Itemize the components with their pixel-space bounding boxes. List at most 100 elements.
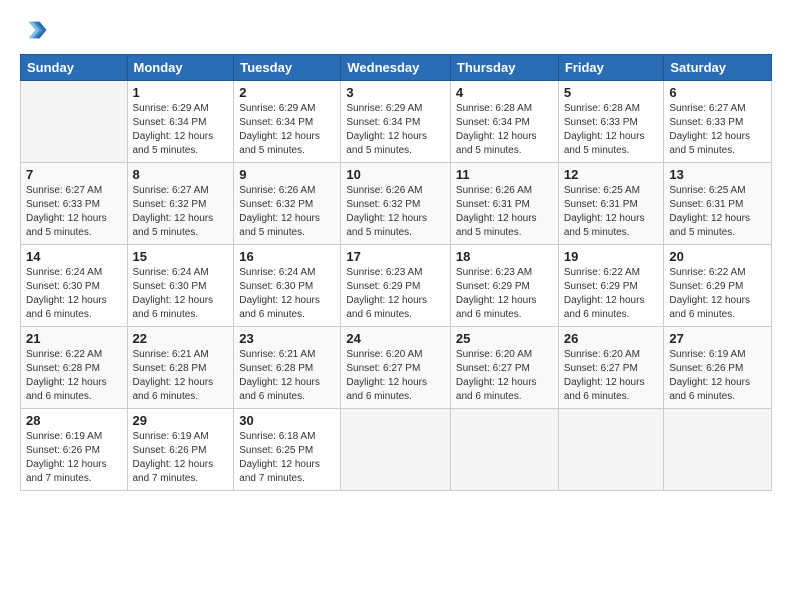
day-number: 10 — [346, 167, 445, 182]
logo — [20, 16, 52, 44]
day-number: 16 — [239, 249, 335, 264]
calendar-cell: 21 Sunrise: 6:22 AM Sunset: 6:28 PM Dayli… — [21, 327, 128, 409]
col-saturday: Saturday — [664, 55, 772, 81]
calendar-body: 1 Sunrise: 6:29 AM Sunset: 6:34 PM Daylig… — [21, 81, 772, 491]
calendar-cell: 3 Sunrise: 6:29 AM Sunset: 6:34 PM Daylig… — [341, 81, 451, 163]
day-number: 15 — [133, 249, 229, 264]
col-tuesday: Tuesday — [234, 55, 341, 81]
logo-icon — [20, 16, 48, 44]
calendar-table: Sunday Monday Tuesday Wednesday Thursday… — [20, 54, 772, 491]
day-info: Sunrise: 6:20 AM Sunset: 6:27 PM Dayligh… — [564, 348, 659, 404]
day-info: Sunrise: 6:27 AM Sunset: 6:33 PM Dayligh… — [26, 184, 122, 240]
day-info: Sunrise: 6:25 AM Sunset: 6:31 PM Dayligh… — [669, 184, 766, 240]
day-info: Sunrise: 6:29 AM Sunset: 6:34 PM Dayligh… — [239, 102, 335, 158]
day-number: 21 — [26, 331, 122, 346]
col-wednesday: Wednesday — [341, 55, 451, 81]
day-number: 19 — [564, 249, 659, 264]
day-number: 1 — [133, 85, 229, 100]
day-info: Sunrise: 6:26 AM Sunset: 6:32 PM Dayligh… — [239, 184, 335, 240]
calendar-cell: 14 Sunrise: 6:24 AM Sunset: 6:30 PM Dayli… — [21, 245, 128, 327]
day-info: Sunrise: 6:28 AM Sunset: 6:33 PM Dayligh… — [564, 102, 659, 158]
calendar-cell: 1 Sunrise: 6:29 AM Sunset: 6:34 PM Daylig… — [127, 81, 234, 163]
calendar-cell: 28 Sunrise: 6:19 AM Sunset: 6:26 PM Dayli… — [21, 409, 128, 491]
col-monday: Monday — [127, 55, 234, 81]
day-info: Sunrise: 6:22 AM Sunset: 6:29 PM Dayligh… — [669, 266, 766, 322]
day-number: 4 — [456, 85, 553, 100]
day-info: Sunrise: 6:18 AM Sunset: 6:25 PM Dayligh… — [239, 430, 335, 486]
day-number: 11 — [456, 167, 553, 182]
day-info: Sunrise: 6:26 AM Sunset: 6:31 PM Dayligh… — [456, 184, 553, 240]
calendar-cell: 16 Sunrise: 6:24 AM Sunset: 6:30 PM Dayli… — [234, 245, 341, 327]
calendar-cell: 20 Sunrise: 6:22 AM Sunset: 6:29 PM Dayli… — [664, 245, 772, 327]
day-number: 6 — [669, 85, 766, 100]
calendar-cell: 18Sunrise: 6:23 AM Sunset: 6:29 PM Dayli… — [450, 245, 558, 327]
day-number: 24 — [346, 331, 445, 346]
day-number: 29 — [133, 413, 229, 428]
day-info: Sunrise: 6:29 AM Sunset: 6:34 PM Dayligh… — [133, 102, 229, 158]
day-info: Sunrise: 6:24 AM Sunset: 6:30 PM Dayligh… — [239, 266, 335, 322]
calendar-cell: 13Sunrise: 6:25 AM Sunset: 6:31 PM Dayli… — [664, 163, 772, 245]
calendar-cell — [450, 409, 558, 491]
day-info: Sunrise: 6:24 AM Sunset: 6:30 PM Dayligh… — [26, 266, 122, 322]
calendar-cell: 2Sunrise: 6:29 AM Sunset: 6:34 PM Daylig… — [234, 81, 341, 163]
day-number: 17 — [346, 249, 445, 264]
day-number: 5 — [564, 85, 659, 100]
day-number: 25 — [456, 331, 553, 346]
col-sunday: Sunday — [21, 55, 128, 81]
day-info: Sunrise: 6:22 AM Sunset: 6:29 PM Dayligh… — [564, 266, 659, 322]
calendar-cell — [558, 409, 664, 491]
day-info: Sunrise: 6:29 AM Sunset: 6:34 PM Dayligh… — [346, 102, 445, 158]
calendar-week-row: 28 Sunrise: 6:19 AM Sunset: 6:26 PM Dayli… — [21, 409, 772, 491]
calendar-cell: 4 Sunrise: 6:28 AM Sunset: 6:34 PM Daylig… — [450, 81, 558, 163]
calendar-cell: 11 Sunrise: 6:26 AM Sunset: 6:31 PM Dayli… — [450, 163, 558, 245]
calendar-cell: 5 Sunrise: 6:28 AM Sunset: 6:33 PM Daylig… — [558, 81, 664, 163]
col-thursday: Thursday — [450, 55, 558, 81]
day-number: 22 — [133, 331, 229, 346]
calendar-week-row: 1 Sunrise: 6:29 AM Sunset: 6:34 PM Daylig… — [21, 81, 772, 163]
day-number: 30 — [239, 413, 335, 428]
day-info: Sunrise: 6:22 AM Sunset: 6:28 PM Dayligh… — [26, 348, 122, 404]
calendar-week-row: 21 Sunrise: 6:22 AM Sunset: 6:28 PM Dayli… — [21, 327, 772, 409]
day-number: 3 — [346, 85, 445, 100]
calendar-cell: 24Sunrise: 6:20 AM Sunset: 6:27 PM Dayli… — [341, 327, 451, 409]
day-info: Sunrise: 6:21 AM Sunset: 6:28 PM Dayligh… — [133, 348, 229, 404]
day-number: 8 — [133, 167, 229, 182]
day-info: Sunrise: 6:25 AM Sunset: 6:31 PM Dayligh… — [564, 184, 659, 240]
day-info: Sunrise: 6:23 AM Sunset: 6:29 PM Dayligh… — [346, 266, 445, 322]
calendar-week-row: 7 Sunrise: 6:27 AM Sunset: 6:33 PM Daylig… — [21, 163, 772, 245]
col-friday: Friday — [558, 55, 664, 81]
calendar-cell — [21, 81, 128, 163]
day-info: Sunrise: 6:19 AM Sunset: 6:26 PM Dayligh… — [26, 430, 122, 486]
day-number: 7 — [26, 167, 122, 182]
calendar-cell: 17 Sunrise: 6:23 AM Sunset: 6:29 PM Dayli… — [341, 245, 451, 327]
calendar-cell: 7 Sunrise: 6:27 AM Sunset: 6:33 PM Daylig… — [21, 163, 128, 245]
day-info: Sunrise: 6:21 AM Sunset: 6:28 PM Dayligh… — [239, 348, 335, 404]
day-number: 12 — [564, 167, 659, 182]
calendar-cell: 27Sunrise: 6:19 AM Sunset: 6:26 PM Dayli… — [664, 327, 772, 409]
calendar-cell: 6 Sunrise: 6:27 AM Sunset: 6:33 PM Daylig… — [664, 81, 772, 163]
day-info: Sunrise: 6:20 AM Sunset: 6:27 PM Dayligh… — [456, 348, 553, 404]
day-number: 26 — [564, 331, 659, 346]
day-info: Sunrise: 6:19 AM Sunset: 6:26 PM Dayligh… — [133, 430, 229, 486]
day-number: 18 — [456, 249, 553, 264]
calendar-cell: 15Sunrise: 6:24 AM Sunset: 6:30 PM Dayli… — [127, 245, 234, 327]
calendar-cell: 22 Sunrise: 6:21 AM Sunset: 6:28 PM Dayli… — [127, 327, 234, 409]
day-number: 20 — [669, 249, 766, 264]
calendar-cell: 25 Sunrise: 6:20 AM Sunset: 6:27 PM Dayli… — [450, 327, 558, 409]
day-number: 14 — [26, 249, 122, 264]
calendar-cell — [664, 409, 772, 491]
calendar-cell: 8Sunrise: 6:27 AM Sunset: 6:32 PM Daylig… — [127, 163, 234, 245]
calendar-cell: 29 Sunrise: 6:19 AM Sunset: 6:26 PM Dayli… — [127, 409, 234, 491]
calendar-cell: 26 Sunrise: 6:20 AM Sunset: 6:27 PM Dayli… — [558, 327, 664, 409]
page-header — [20, 16, 772, 44]
calendar-cell: 19 Sunrise: 6:22 AM Sunset: 6:29 PM Dayli… — [558, 245, 664, 327]
day-info: Sunrise: 6:28 AM Sunset: 6:34 PM Dayligh… — [456, 102, 553, 158]
calendar-week-row: 14 Sunrise: 6:24 AM Sunset: 6:30 PM Dayli… — [21, 245, 772, 327]
calendar-cell: 9Sunrise: 6:26 AM Sunset: 6:32 PM Daylig… — [234, 163, 341, 245]
calendar-cell: 30 Sunrise: 6:18 AM Sunset: 6:25 PM Dayli… — [234, 409, 341, 491]
day-info: Sunrise: 6:26 AM Sunset: 6:32 PM Dayligh… — [346, 184, 445, 240]
calendar-cell: 23 Sunrise: 6:21 AM Sunset: 6:28 PM Dayli… — [234, 327, 341, 409]
day-number: 23 — [239, 331, 335, 346]
day-number: 28 — [26, 413, 122, 428]
day-info: Sunrise: 6:27 AM Sunset: 6:33 PM Dayligh… — [669, 102, 766, 158]
